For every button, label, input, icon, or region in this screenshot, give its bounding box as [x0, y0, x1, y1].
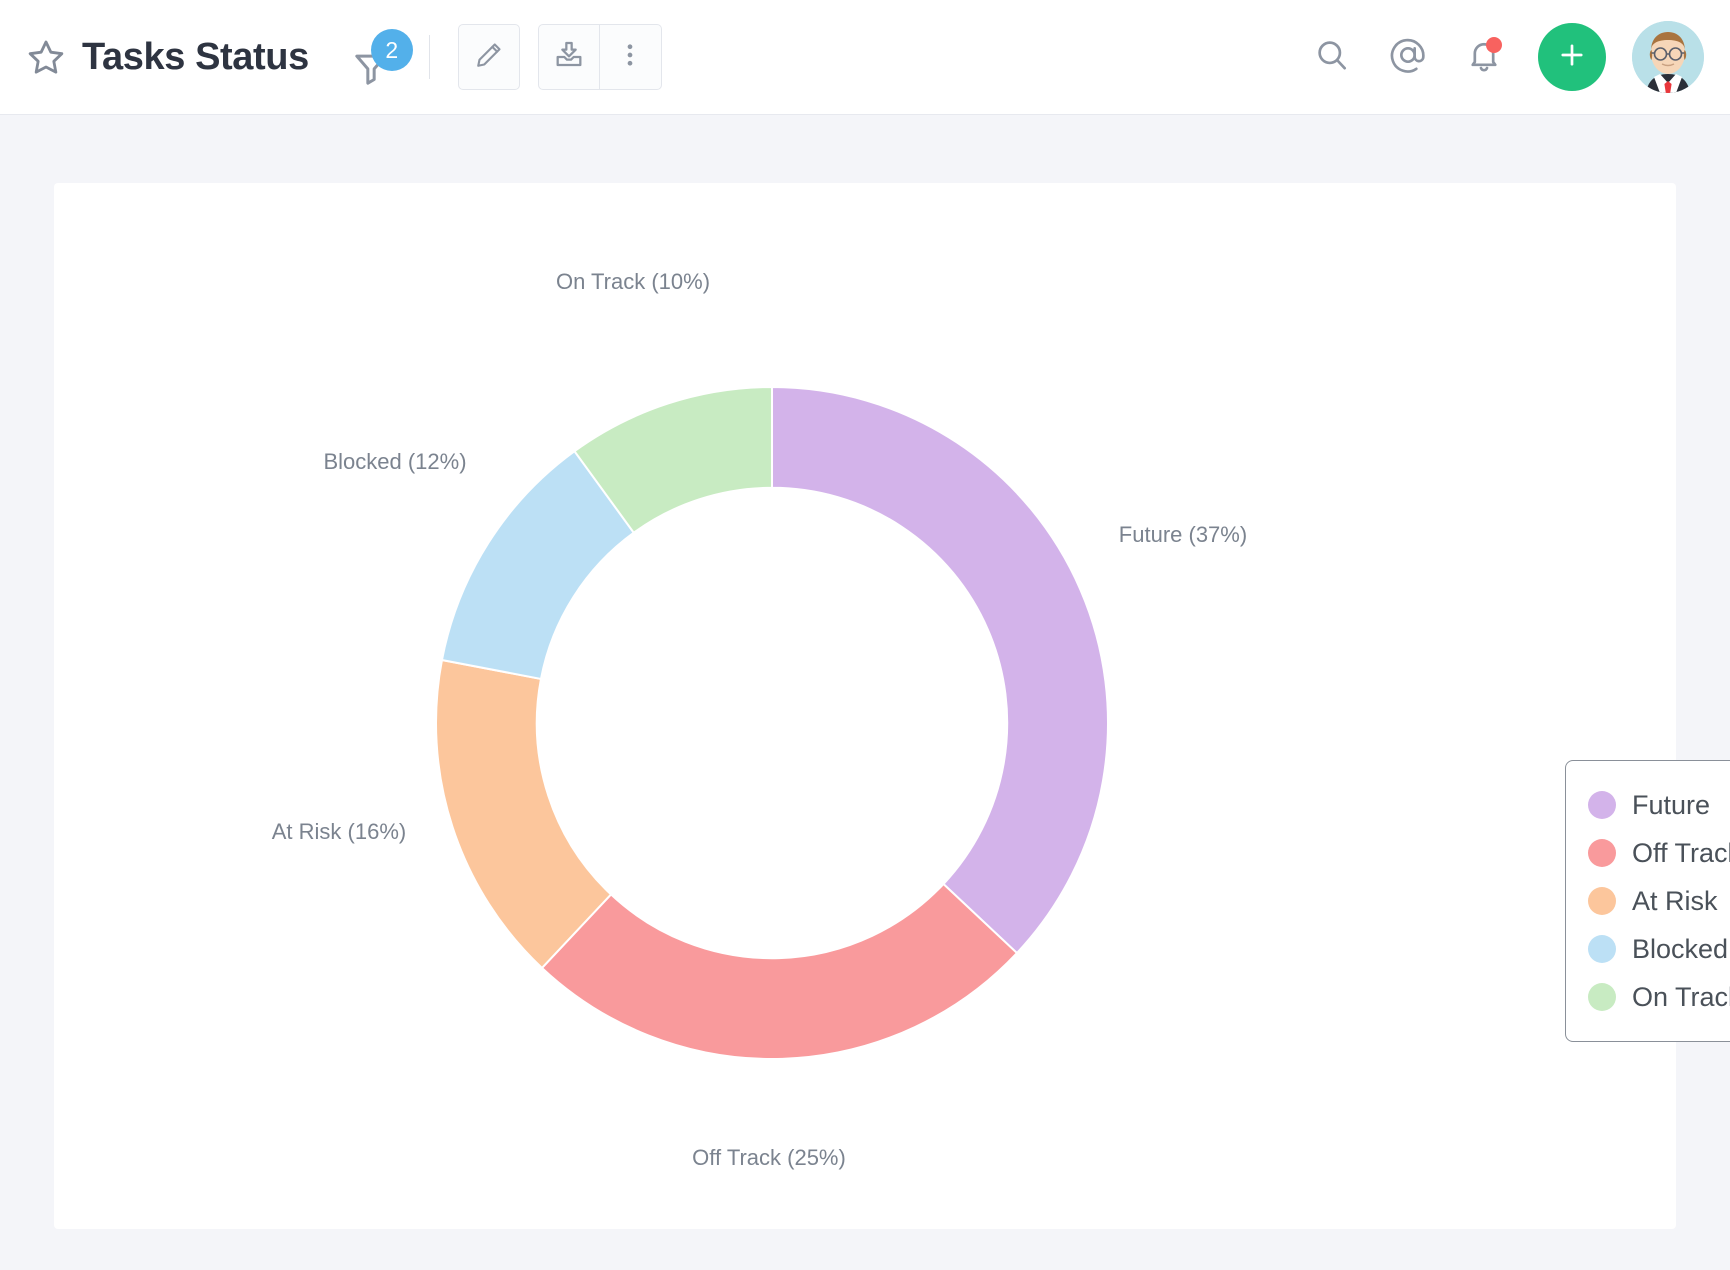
filter-button[interactable]: 2 — [351, 29, 399, 85]
header-toolbar — [458, 24, 662, 90]
add-button[interactable] — [1538, 23, 1606, 91]
legend-item-off-track[interactable]: Off Track — [1588, 829, 1730, 877]
legend-swatch-on-track — [1588, 983, 1616, 1011]
donut-slice[interactable] — [436, 660, 611, 968]
header-divider — [429, 35, 430, 79]
avatar-illustration — [1632, 21, 1704, 93]
mentions-button[interactable] — [1370, 19, 1446, 95]
plus-icon — [1555, 38, 1589, 77]
donut-chart: Future (37%) Off Track (25%) At Risk (16%)… — [54, 183, 1676, 1229]
donut-chart-svg[interactable] — [54, 183, 1676, 1229]
legend-swatch-blocked — [1588, 935, 1616, 963]
legend-label-future: Future — [1632, 790, 1710, 821]
legend-label-blocked: Blocked — [1632, 934, 1728, 965]
notifications-button[interactable] — [1446, 19, 1522, 95]
slice-label: Off Track (25%) — [692, 1145, 846, 1171]
header-left-section: Tasks Status 2 — [0, 24, 662, 90]
header-right-section — [1294, 19, 1730, 95]
header-toolbar-group — [538, 24, 662, 90]
chart-card: Future (37%) Off Track (25%) At Risk (16%)… — [54, 183, 1676, 1229]
notification-dot — [1486, 37, 1502, 53]
pencil-icon — [474, 40, 504, 75]
download-tray-icon — [553, 39, 585, 76]
slice-label: On Track (10%) — [556, 269, 710, 295]
donut-slice[interactable] — [542, 884, 1017, 1059]
legend-item-future[interactable]: Future — [1588, 781, 1730, 829]
page-title: Tasks Status — [82, 36, 309, 79]
legend-label-off-track: Off Track — [1632, 838, 1730, 869]
favorite-star-icon[interactable] — [26, 37, 66, 77]
legend-swatch-off-track — [1588, 839, 1616, 867]
legend-swatch-future — [1588, 791, 1616, 819]
legend-item-on-track[interactable]: On Track — [1588, 973, 1730, 1021]
chart-legend: Future Off Track At Risk Blocked On Trac… — [1565, 760, 1730, 1042]
slice-label: At Risk (16%) — [272, 819, 406, 845]
vertical-ellipsis-icon — [615, 40, 645, 75]
search-icon — [1313, 36, 1351, 79]
legend-swatch-at-risk — [1588, 887, 1616, 915]
app-header: Tasks Status 2 — [0, 0, 1730, 115]
slice-label: Future (37%) — [1119, 522, 1247, 548]
legend-item-blocked[interactable]: Blocked — [1588, 925, 1730, 973]
filter-badge: 2 — [371, 29, 413, 71]
search-button[interactable] — [1294, 19, 1370, 95]
donut-slice[interactable] — [772, 387, 1108, 953]
download-button[interactable] — [538, 24, 600, 90]
legend-label-at-risk: At Risk — [1632, 886, 1718, 917]
legend-label-on-track: On Track — [1632, 982, 1730, 1013]
slice-label: Blocked (12%) — [323, 449, 466, 475]
more-options-button[interactable] — [600, 24, 662, 90]
legend-item-at-risk[interactable]: At Risk — [1588, 877, 1730, 925]
at-mention-icon — [1388, 35, 1428, 80]
user-avatar[interactable] — [1632, 21, 1704, 93]
edit-button[interactable] — [458, 24, 520, 90]
